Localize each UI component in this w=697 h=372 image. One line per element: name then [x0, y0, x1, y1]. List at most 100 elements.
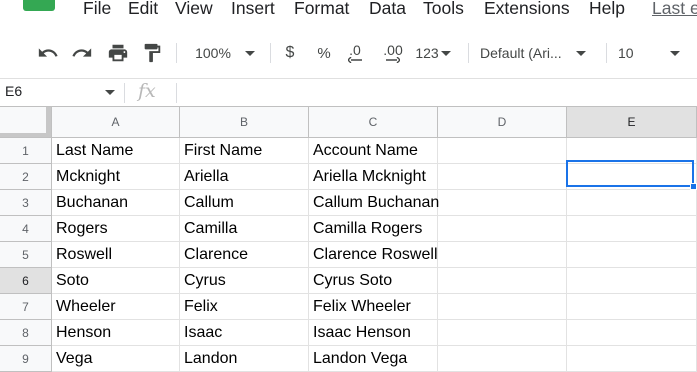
column-header-a[interactable]: A — [52, 107, 180, 138]
undo-button[interactable] — [36, 36, 60, 70]
toolbar-divider — [606, 43, 607, 63]
menu-format[interactable]: Format — [294, 0, 349, 19]
cell-a5[interactable]: Roswell — [52, 242, 180, 268]
font-size-select[interactable]: 10 — [618, 36, 688, 70]
cell-d1[interactable] — [438, 138, 567, 164]
menu-tools[interactable]: Tools — [423, 0, 464, 19]
row-header-8[interactable]: 8 — [0, 320, 52, 346]
cell-c3[interactable]: Callum Buchanan — [309, 190, 439, 216]
cell-d8[interactable] — [438, 320, 567, 346]
cell-c6[interactable]: Cyrus Soto — [309, 268, 438, 294]
toolbar-divider — [270, 43, 271, 63]
cell-e4[interactable] — [567, 216, 697, 242]
cell-b1[interactable]: First Name — [180, 138, 309, 164]
formula-input[interactable] — [182, 79, 697, 106]
row-header-3[interactable]: 3 — [0, 190, 52, 216]
cell-d2[interactable] — [438, 164, 567, 190]
menu-help[interactable]: Help — [589, 0, 625, 19]
percent-format-button[interactable]: % — [313, 36, 335, 70]
currency-format-button[interactable]: $ — [280, 36, 300, 70]
cell-b7[interactable]: Felix — [180, 294, 309, 320]
menu-file[interactable]: File — [83, 0, 111, 19]
print-button[interactable] — [106, 36, 130, 70]
cell-c4[interactable]: Camilla Rogers — [309, 216, 438, 242]
row-header-5[interactable]: 5 — [0, 242, 52, 268]
increase-decimal-button[interactable]: .00 — [378, 36, 408, 70]
chevron-down-icon — [669, 50, 680, 56]
cell-d9[interactable] — [438, 346, 567, 372]
decrease-decimal-label: .0 — [349, 42, 361, 58]
fill-handle[interactable] — [690, 183, 697, 190]
cell-c7[interactable]: Felix Wheeler — [309, 294, 438, 320]
cell-b8[interactable]: Isaac — [180, 320, 309, 346]
cell-c5[interactable]: Clarence Roswell — [309, 242, 438, 268]
row-header-9[interactable]: 9 — [0, 346, 52, 372]
font-family-select[interactable]: Default (Ari... — [480, 36, 596, 70]
cell-a8[interactable]: Henson — [52, 320, 180, 346]
select-all-corner[interactable] — [0, 107, 52, 138]
paint-format-icon — [144, 43, 161, 63]
cell-d5[interactable] — [438, 242, 567, 268]
row-header-1[interactable]: 1 — [0, 138, 52, 164]
cell-b9[interactable]: Landon — [180, 346, 309, 372]
cell-a9[interactable]: Vega — [52, 346, 180, 372]
chevron-down-icon[interactable] — [105, 90, 115, 95]
cell-d4[interactable] — [438, 216, 567, 242]
freeze-row-handle[interactable] — [0, 133, 51, 137]
cell-e5[interactable] — [567, 242, 697, 268]
decrease-decimal-button[interactable]: .0 — [343, 36, 367, 70]
number-format-select[interactable]: 123 — [412, 36, 454, 70]
row-header-2[interactable]: 2 — [0, 164, 52, 190]
zoom-select[interactable]: 100% — [190, 36, 260, 70]
menu-insert[interactable]: Insert — [231, 0, 275, 19]
cell-a3[interactable]: Buchanan — [52, 190, 180, 216]
cell-c9[interactable]: Landon Vega — [309, 346, 438, 372]
row-header-6[interactable]: 6 — [0, 268, 52, 294]
cell-d3[interactable] — [438, 190, 567, 216]
sheets-logo-icon[interactable] — [23, 0, 55, 11]
cell-c8[interactable]: Isaac Henson — [309, 320, 438, 346]
paint-format-button[interactable] — [140, 36, 164, 70]
column-header-e[interactable]: E — [567, 107, 697, 138]
cell-b5[interactable]: Clarence — [180, 242, 309, 268]
font-size-value: 10 — [618, 45, 634, 61]
menu-extensions[interactable]: Extensions — [484, 0, 570, 19]
cell-e8[interactable] — [567, 320, 697, 346]
cell-b4[interactable]: Camilla — [180, 216, 309, 242]
row-header-4[interactable]: 4 — [0, 216, 52, 242]
arrow-left-icon — [348, 57, 362, 63]
cell-a1[interactable]: Last Name — [52, 138, 180, 164]
cell-d7[interactable] — [438, 294, 567, 320]
toolbar: 100% $ % .0 .00 123 Default (Ari... 10 — [0, 36, 697, 70]
cell-b2[interactable]: Ariella — [180, 164, 309, 190]
cell-e7[interactable] — [567, 294, 697, 320]
cell-a4[interactable]: Rogers — [52, 216, 180, 242]
cell-a6[interactable]: Soto — [52, 268, 180, 294]
cell-e9[interactable] — [567, 346, 697, 372]
cell-c2[interactable]: Ariella Mcknight — [309, 164, 438, 190]
last-edit-link[interactable]: Last e — [652, 0, 697, 19]
menu-data[interactable]: Data — [369, 0, 406, 19]
formula-bar: E6 fx — [0, 78, 697, 106]
active-cell-selection[interactable] — [566, 160, 694, 187]
cell-d6[interactable] — [438, 268, 567, 294]
redo-button[interactable] — [70, 36, 94, 70]
cell-reference: E6 — [5, 83, 23, 99]
menu-edit[interactable]: Edit — [128, 0, 158, 19]
cell-e3[interactable] — [567, 190, 697, 216]
cell-b6[interactable]: Cyrus — [180, 268, 309, 294]
menu-bar: File Edit View Insert Format Data Tools … — [0, 0, 697, 22]
cell-a7[interactable]: Wheeler — [52, 294, 180, 320]
name-box[interactable]: E6 — [0, 79, 122, 106]
column-header-c[interactable]: C — [309, 107, 438, 138]
column-header-b[interactable]: B — [180, 107, 309, 138]
zoom-value: 100% — [195, 45, 231, 61]
cell-b3[interactable]: Callum — [180, 190, 309, 216]
row-header-7[interactable]: 7 — [0, 294, 52, 320]
menu-view[interactable]: View — [175, 0, 213, 19]
cell-a2[interactable]: Mcknight — [52, 164, 180, 190]
formula-bar-divider — [176, 83, 177, 103]
cell-c1[interactable]: Account Name — [309, 138, 438, 164]
cell-e6[interactable] — [567, 268, 697, 294]
column-header-d[interactable]: D — [438, 107, 567, 138]
